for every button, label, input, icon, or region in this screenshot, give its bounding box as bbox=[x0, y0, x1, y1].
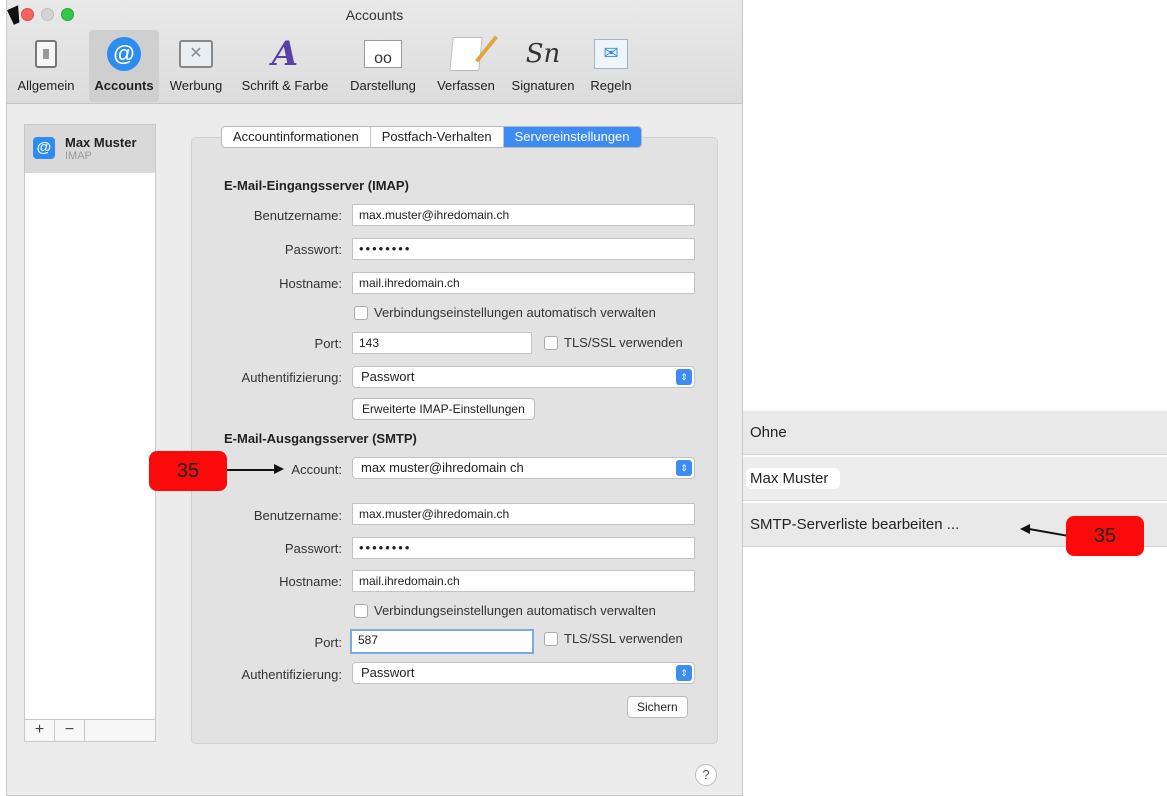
imap-password-field[interactable]: •••••••• bbox=[352, 238, 695, 260]
popup-item-label: Max Muster bbox=[746, 468, 841, 489]
signature-icon: Sn bbox=[525, 39, 561, 69]
help-button[interactable]: ? bbox=[695, 764, 717, 786]
account-name: Max Muster bbox=[65, 135, 137, 150]
imap-tls-checkbox[interactable]: TLS/SSL verwenden bbox=[544, 335, 683, 350]
rules-icon: ✉ bbox=[591, 34, 631, 74]
smtp-port-field[interactable]: 587 bbox=[350, 629, 534, 654]
toolbar-item-regeln[interactable]: ✉ Regeln bbox=[583, 30, 639, 102]
settings-tabs: Accountinformationen Postfach-Verhalten … bbox=[221, 126, 642, 148]
account-list[interactable]: @ Max Muster IMAP bbox=[24, 124, 156, 720]
imap-username-field[interactable]: max.muster@ihredomain.ch bbox=[352, 204, 695, 226]
imap-hostname-field[interactable]: mail.ihredomain.ch bbox=[352, 272, 695, 294]
imap-password-label: Passwort: bbox=[284, 242, 342, 257]
checkbox-box bbox=[354, 603, 368, 618]
toolbar-label: Allgemein bbox=[17, 78, 75, 93]
checkbox-label: TLS/SSL verwenden bbox=[564, 335, 683, 350]
checkbox-label: Verbindungseinstellungen automatisch ver… bbox=[374, 603, 656, 618]
callout-arrow-icon bbox=[274, 464, 284, 474]
glasses-icon: oo bbox=[363, 34, 403, 74]
at-icon: @ bbox=[104, 34, 144, 74]
smtp-hostname-label: Hostname: bbox=[279, 574, 342, 589]
smtp-auth-label: Authentifizierung: bbox=[241, 667, 342, 682]
smtp-auto-settings-checkbox[interactable]: Verbindungseinstellungen automatisch ver… bbox=[354, 603, 656, 618]
preferences-toolbar: Allgemein @ Accounts ✕ Werbung A Schrift… bbox=[7, 30, 742, 102]
checkbox-box bbox=[544, 335, 558, 350]
account-list-item[interactable]: @ Max Muster IMAP bbox=[25, 125, 155, 173]
window-title: Accounts bbox=[345, 7, 404, 23]
checkbox-label: TLS/SSL verwenden bbox=[564, 631, 683, 646]
toolbar-label: Darstellung bbox=[350, 78, 416, 93]
toolbar-label: Schrift & Farbe bbox=[241, 78, 329, 93]
select-value: Passwort bbox=[361, 665, 415, 680]
remove-account-button[interactable]: − bbox=[55, 720, 85, 741]
smtp-hostname-field[interactable]: mail.ihredomain.ch bbox=[352, 570, 695, 592]
tab-servereinstellungen[interactable]: Servereinstellungen bbox=[503, 127, 641, 147]
smtp-password-field[interactable]: •••••••• bbox=[352, 537, 695, 559]
smtp-tls-checkbox[interactable]: TLS/SSL verwenden bbox=[544, 631, 683, 646]
toolbar-item-signaturen[interactable]: Sn Signaturen bbox=[505, 30, 581, 102]
smtp-username-label: Benutzername: bbox=[253, 508, 342, 523]
toolbar-item-schrift-farbe[interactable]: A Schrift & Farbe bbox=[233, 30, 337, 102]
titlebar: Accounts Allgemein @ Accounts ✕ Werbung … bbox=[7, 0, 742, 104]
tab-postfach-verhalten[interactable]: Postfach-Verhalten bbox=[371, 127, 504, 147]
select-value: Passwort bbox=[361, 369, 415, 384]
checkbox-box bbox=[544, 631, 558, 646]
compose-icon bbox=[446, 34, 486, 74]
chevron-updown-icon: ⇕ bbox=[676, 665, 692, 681]
callout-arrow-line bbox=[227, 469, 275, 471]
toolbar-item-accounts[interactable]: @ Accounts bbox=[89, 30, 159, 102]
junk-icon: ✕ bbox=[176, 34, 216, 74]
toolbar-label: Accounts bbox=[94, 78, 154, 93]
smtp-password-label: Passwort: bbox=[284, 541, 342, 556]
chevron-updown-icon: ⇕ bbox=[676, 369, 692, 385]
toolbar-item-allgemein[interactable]: Allgemein bbox=[11, 30, 81, 102]
toolbar-label: Verfassen bbox=[437, 78, 495, 93]
checkbox-label: Verbindungseinstellungen automatisch ver… bbox=[374, 305, 656, 320]
imap-port-field[interactable]: 143 bbox=[352, 332, 532, 354]
save-button[interactable]: Sichern bbox=[627, 696, 688, 718]
toolbar-label: Signaturen bbox=[511, 78, 575, 93]
imap-auto-settings-checkbox[interactable]: Verbindungseinstellungen automatisch ver… bbox=[354, 305, 656, 320]
toolbar-item-darstellung[interactable]: oo Darstellung bbox=[339, 30, 427, 102]
imap-auth-select[interactable]: Passwort ⇕ bbox=[352, 366, 695, 388]
chevron-updown-icon: ⇕ bbox=[676, 460, 692, 476]
toolbar-item-werbung[interactable]: ✕ Werbung bbox=[161, 30, 231, 102]
toolbar-label: Werbung bbox=[169, 78, 223, 93]
account-list-buttons: + − bbox=[24, 720, 156, 742]
smtp-section-title: E-Mail-Ausgangsserver (SMTP) bbox=[224, 431, 417, 446]
switch-icon bbox=[26, 34, 66, 74]
font-icon: A bbox=[271, 34, 299, 74]
popup-item-max-muster[interactable]: Max Muster bbox=[743, 457, 1167, 501]
toolbar-label: Regeln bbox=[590, 78, 632, 93]
smtp-port-label: Port: bbox=[314, 635, 342, 650]
callout-marker: 35 bbox=[1066, 516, 1144, 556]
smtp-username-field[interactable]: max.muster@ihredomain.ch bbox=[352, 503, 695, 525]
imap-username-label: Benutzername: bbox=[253, 208, 342, 223]
callout-marker: 35 bbox=[149, 451, 227, 491]
popup-item-ohne[interactable]: Ohne bbox=[743, 411, 1167, 455]
imap-section-title: E-Mail-Eingangsserver (IMAP) bbox=[224, 178, 409, 193]
at-icon: @ bbox=[33, 137, 55, 159]
imap-hostname-label: Hostname: bbox=[279, 276, 342, 291]
advanced-imap-settings-button[interactable]: Erweiterte IMAP-Einstellungen bbox=[352, 398, 535, 420]
checkbox-box bbox=[354, 305, 368, 320]
smtp-auth-select[interactable]: Passwort ⇕ bbox=[352, 662, 695, 684]
account-type: IMAP bbox=[65, 150, 92, 162]
toolbar-item-verfassen[interactable]: Verfassen bbox=[429, 30, 503, 102]
tab-accountinformationen[interactable]: Accountinformationen bbox=[222, 127, 371, 147]
imap-port-label: Port: bbox=[314, 336, 342, 351]
smtp-account-select[interactable]: max muster@ihredomain ch ⇕ bbox=[352, 457, 695, 479]
add-account-button[interactable]: + bbox=[25, 720, 55, 741]
select-value: max muster@ihredomain ch bbox=[361, 460, 524, 475]
imap-auth-label: Authentifizierung: bbox=[241, 370, 342, 385]
